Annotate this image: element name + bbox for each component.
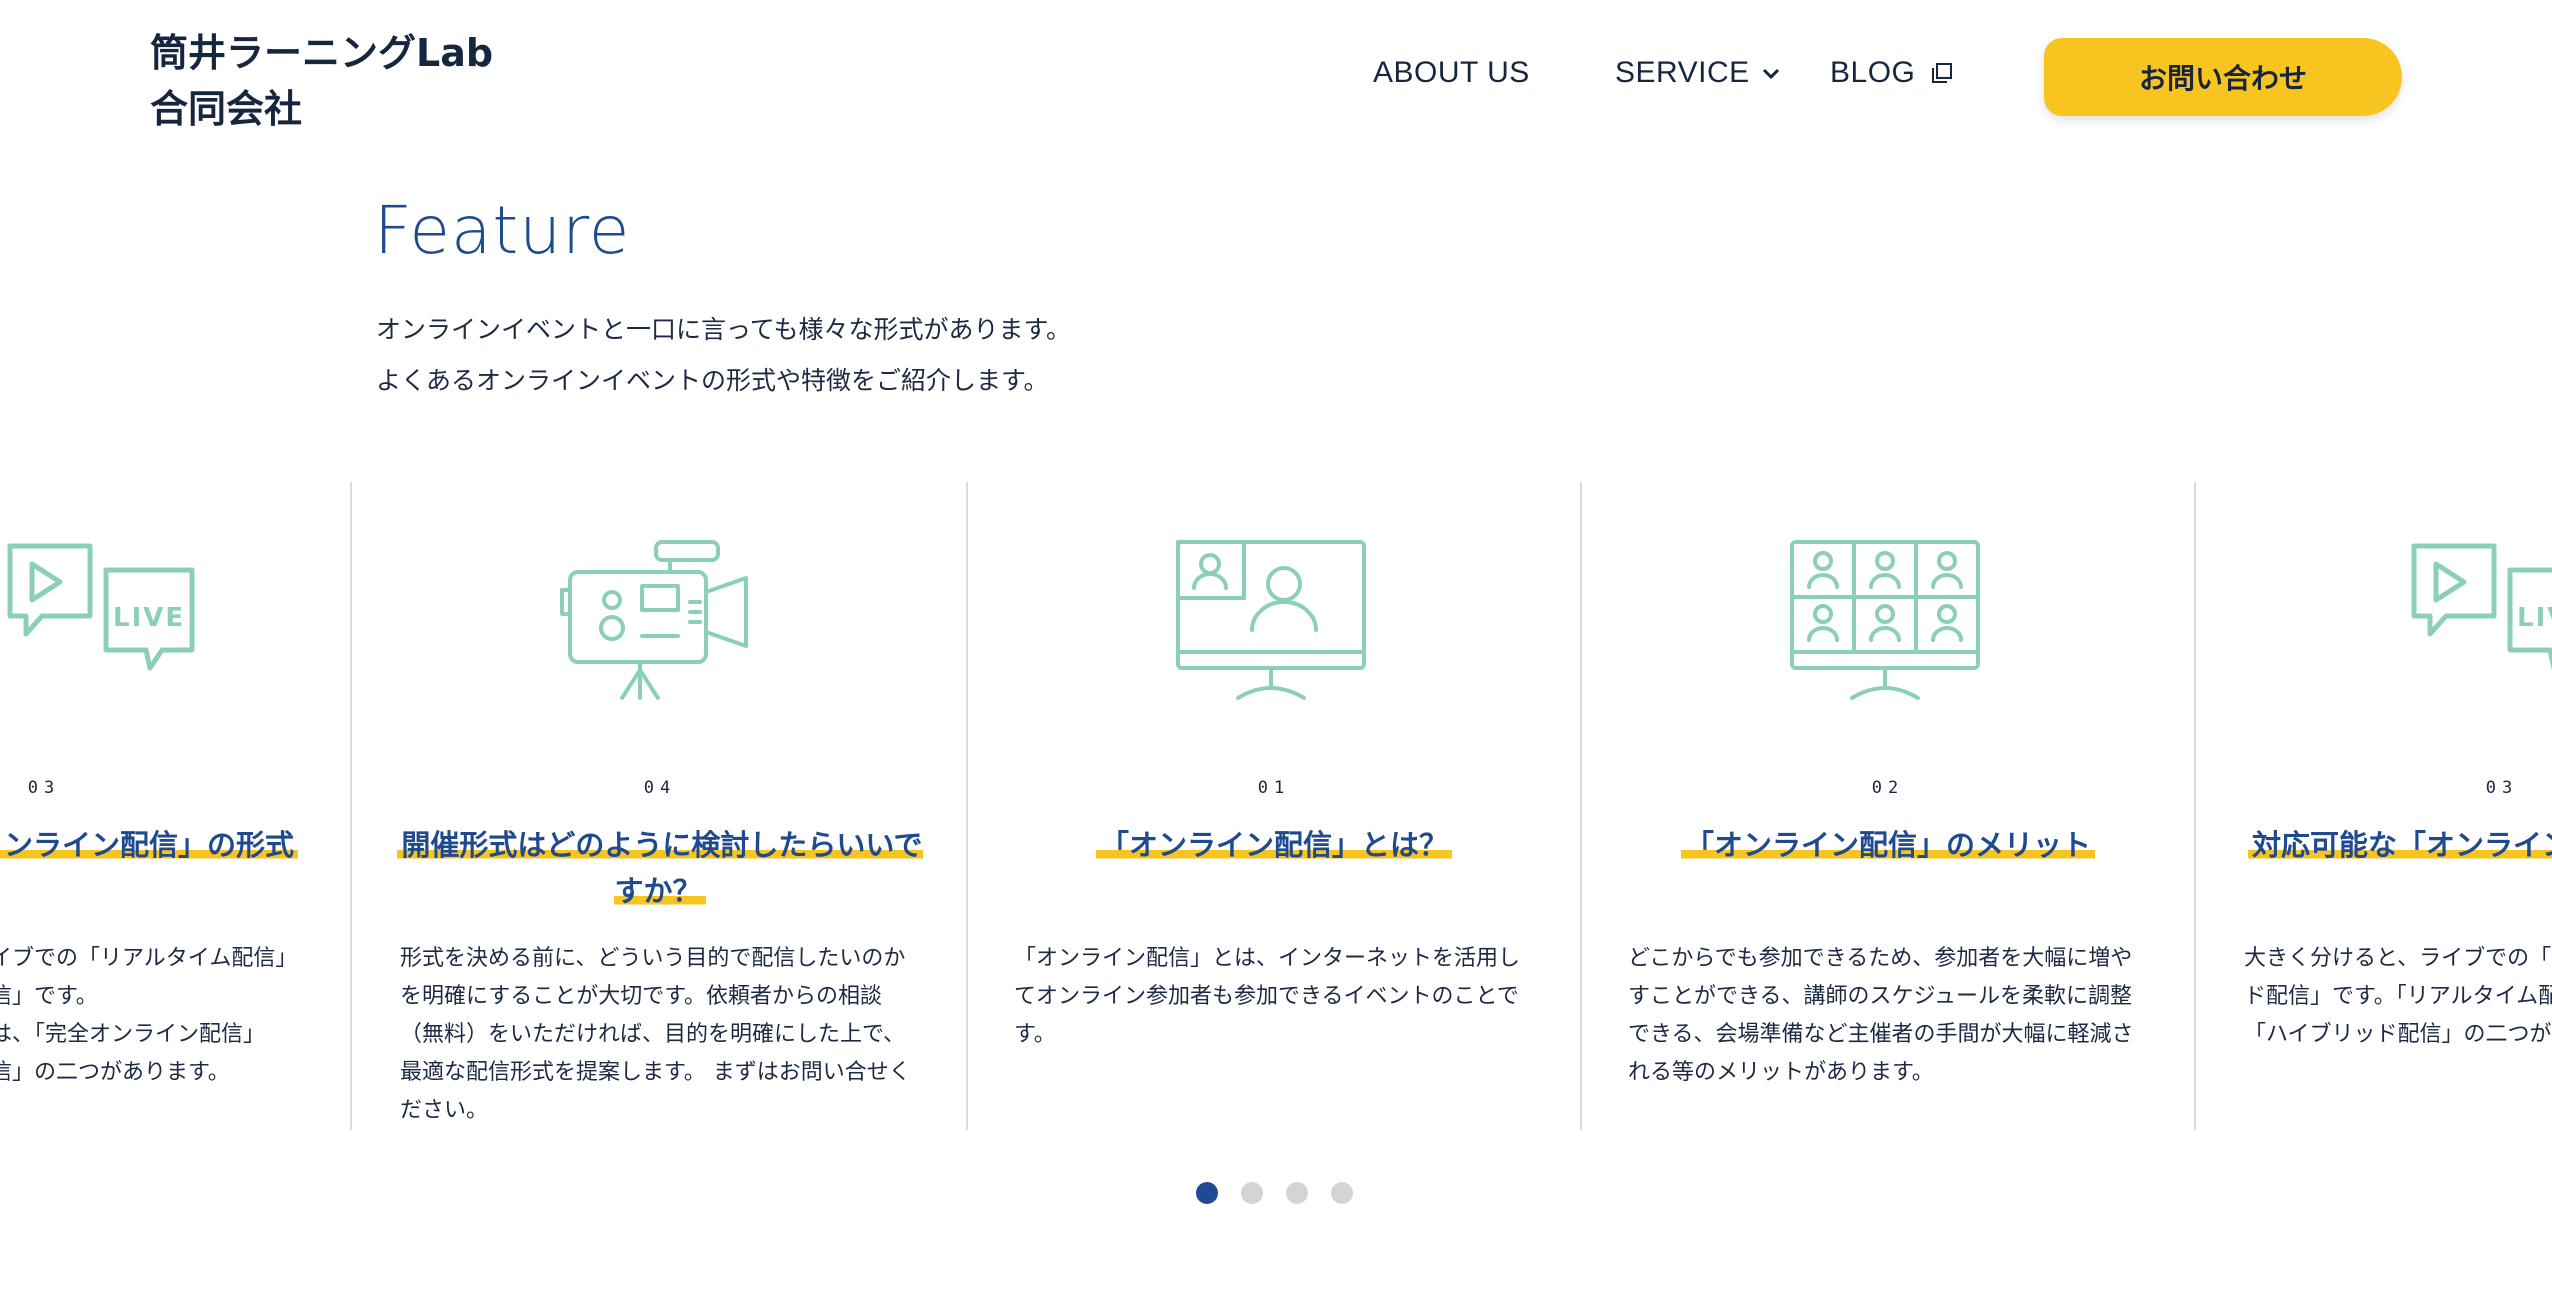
card-title: 開催形式はどのように検討したらいいですか？ xyxy=(394,822,926,914)
feature-description: オンラインイベントと一口に言っても様々な形式があります。 よくあるオンラインイベ… xyxy=(376,304,1071,406)
nav-about-us[interactable]: ABOUT US xyxy=(1373,56,1530,90)
card-text: 「オンライン配信」とは、インターネットを活用してオンライン参加者も参加できるイベ… xyxy=(1014,946,1521,1047)
contact-button-label: お問い合わせ xyxy=(2138,62,2307,95)
external-link-icon xyxy=(1932,63,1953,84)
feature-desc-line-1: オンラインイベントと一口に言っても様々な形式があります。 xyxy=(376,315,1072,344)
live-chat-icon: LIVE xyxy=(2196,540,2552,700)
card-number: 02 xyxy=(1871,778,1905,798)
nav-blog-label: BLOG xyxy=(1830,56,1916,89)
card-text: どこからでも参加できるため、参加者を大幅に増やすことができる、講師のスケジュール… xyxy=(1628,946,2134,1085)
card-number: 03 xyxy=(2485,778,2519,798)
card-title: 対応可能な「オンライン配信」の形式 xyxy=(2248,822,2552,868)
carousel-dot-1[interactable] xyxy=(1196,1182,1218,1204)
video-camera-icon xyxy=(354,540,966,700)
logo-line-1: 筒井ラーニングLab xyxy=(150,31,494,75)
feature-card-04: 04 開催形式はどのように検討したらいいですか？ 形式を決める前に、どういう目的… xyxy=(354,482,968,1130)
svg-text:LIVE: LIVE xyxy=(2517,603,2552,633)
feature-card-03-right: LIVE 03 対応可能な「オンライン配信」の形式 大きく分けると、ライブでの「… xyxy=(2196,482,2552,1130)
nav-blog[interactable]: BLOG xyxy=(1830,56,1954,90)
card-title: 「オンライン配信」とは？ xyxy=(1008,822,1540,868)
card-title: 「オンライン配信」のメリット xyxy=(1622,822,2154,868)
svg-text:LIVE: LIVE xyxy=(113,603,185,633)
feature-card-02: 02 「オンライン配信」のメリット どこからでも参加できるため、参加者を大幅に増… xyxy=(1582,482,2196,1130)
card-text: イブでの「リアルタイム配信」 信」です。 は、「完全オンライン配信」 信」の二つ… xyxy=(0,946,298,1085)
chevron-down-icon xyxy=(1762,69,1779,80)
feature-card-03-left: LIVE 03 ンライン配信」の形式 イブでの「リアルタイム配信」 信」です。 … xyxy=(0,482,352,1130)
monitor-group-call-icon xyxy=(1582,540,2194,700)
card-number: 04 xyxy=(643,778,677,798)
logo-line-2: 合同会社 xyxy=(150,87,303,131)
feature-desc-line-2: よくあるオンラインイベントの形式や特徴をご紹介します。 xyxy=(376,366,1049,395)
contact-button[interactable]: お問い合わせ xyxy=(2044,38,2402,116)
carousel-dot-4[interactable] xyxy=(1331,1182,1353,1204)
feature-title: Feature xyxy=(374,192,631,269)
card-number: 03 xyxy=(27,778,61,798)
live-chat-icon: LIVE xyxy=(0,540,350,700)
card-title: ンライン配信」の形式 xyxy=(0,822,298,868)
nav-service-label: SERVICE xyxy=(1615,56,1750,89)
feature-card-01: 01 「オンライン配信」とは？ 「オンライン配信」とは、インターネットを活用して… xyxy=(968,482,1582,1130)
carousel-dot-2[interactable] xyxy=(1241,1182,1263,1204)
nav-service[interactable]: SERVICE xyxy=(1615,56,1781,90)
card-text: 形式を決める前に、どういう目的で配信したいのかを明確にすることが大切です。依頼者… xyxy=(400,946,911,1123)
card-number: 01 xyxy=(1257,778,1291,798)
nav-about-us-label: ABOUT US xyxy=(1373,56,1530,89)
carousel-pagination xyxy=(1196,1182,1353,1204)
carousel-dot-3[interactable] xyxy=(1286,1182,1308,1204)
monitor-video-call-icon xyxy=(968,540,1580,700)
card-text: 大きく分けると、ライブでの「リアルタイム配信」と、「オンデマンド配信」です。「リ… xyxy=(2244,946,2552,1047)
feature-carousel[interactable]: LIVE 03 ンライン配信」の形式 イブでの「リアルタイム配信」 信」です。 … xyxy=(0,482,2552,1130)
company-logo[interactable]: 筒井ラーニングLab 合同会社 xyxy=(150,25,493,137)
